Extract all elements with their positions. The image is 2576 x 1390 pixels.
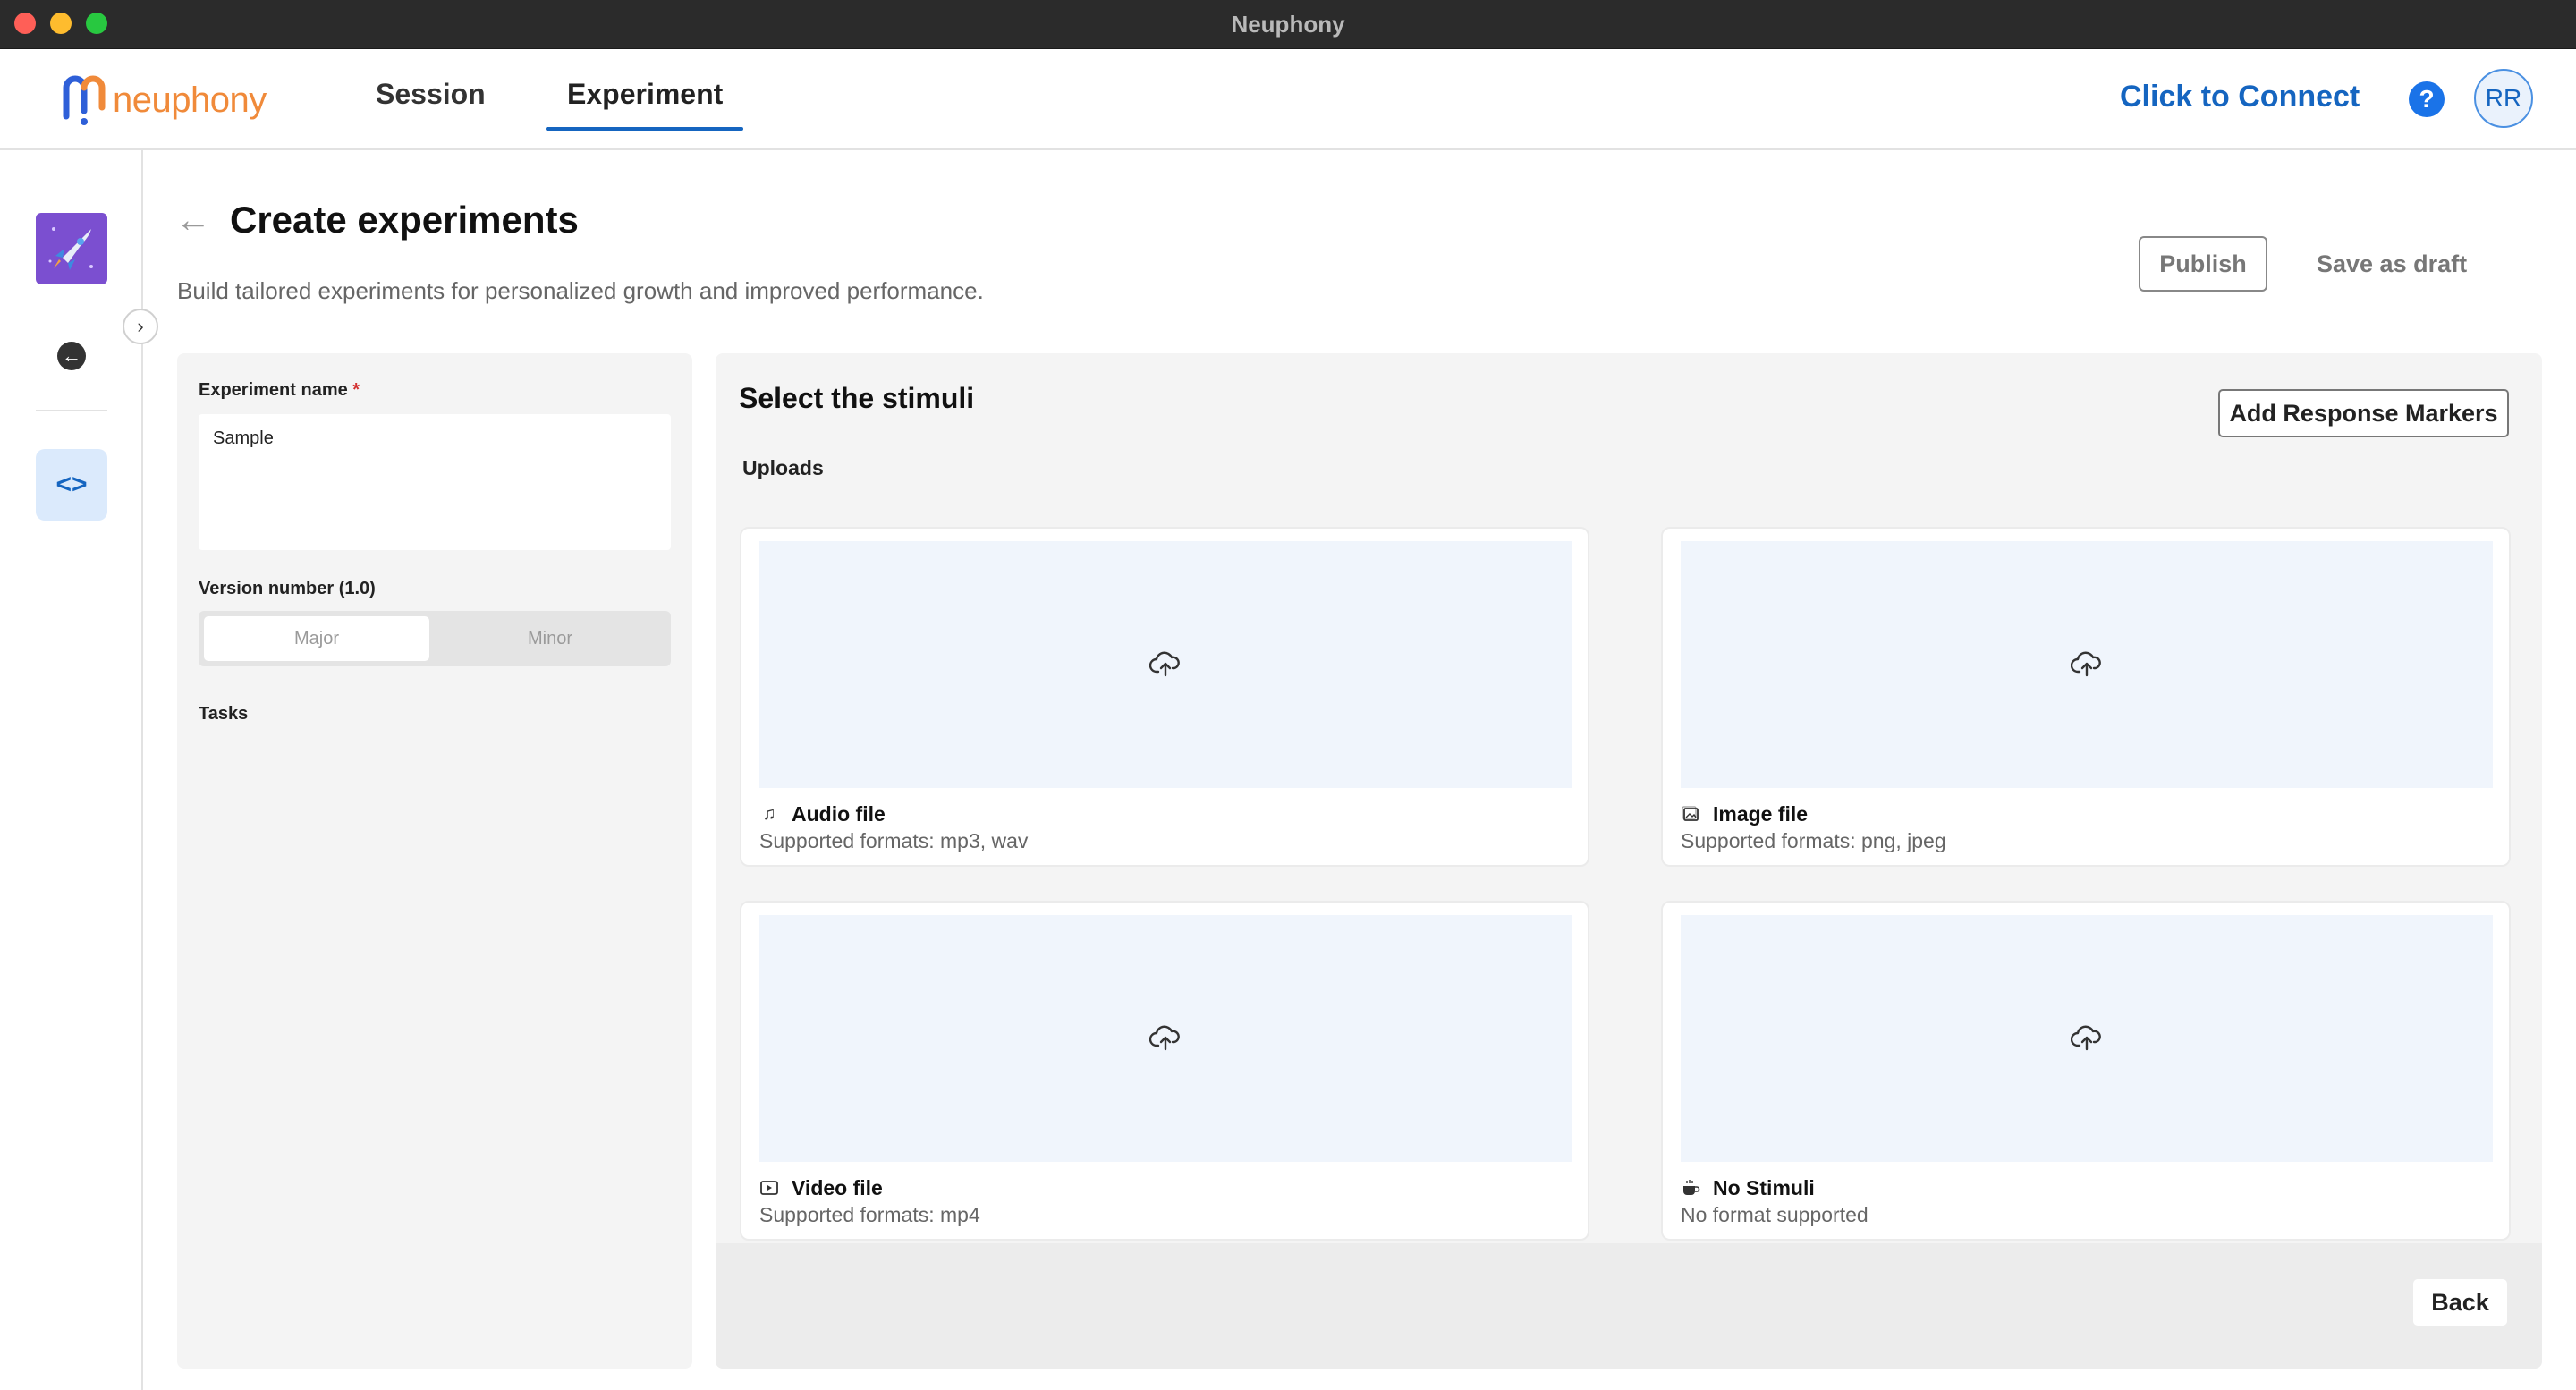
video-card-formats: Supported formats: mp4 (759, 1203, 980, 1226)
connect-link[interactable]: Click to Connect (2120, 80, 2360, 114)
video-upload-card[interactable]: Video file Supported formats: mp4 (740, 901, 1589, 1241)
version-minor-option[interactable]: Minor (435, 616, 665, 661)
experiment-name-label-text: Experiment name (199, 380, 348, 400)
no-stimuli-card-formats: No format supported (1681, 1203, 1868, 1226)
image-icon (1682, 806, 1699, 821)
back-button[interactable]: Back (2413, 1279, 2507, 1326)
window-titlebar: Neuphony (0, 0, 2576, 49)
experiment-name-field[interactable]: Sample (199, 414, 671, 550)
audio-drop-zone[interactable] (759, 541, 1572, 788)
window-title: Neuphony (1231, 11, 1345, 38)
video-drop-zone[interactable] (759, 915, 1572, 1162)
music-note-icon: ♫ (762, 804, 776, 824)
save-draft-button[interactable]: Save as draft (2317, 236, 2467, 292)
expand-rail-chevron-icon[interactable]: › (123, 309, 158, 344)
no-stimuli-drop-zone[interactable] (1681, 915, 2493, 1162)
tab-experiment[interactable]: Experiment (567, 78, 723, 111)
add-response-markers-button[interactable]: Add Response Markers (2218, 389, 2509, 437)
cloud-upload-icon (1149, 651, 1180, 677)
no-stimuli-card[interactable]: No Stimuli No format supported (1661, 901, 2511, 1241)
no-stimuli-card-title: No Stimuli (1713, 1176, 1815, 1199)
experiment-form: Experiment name * Sample Version number … (177, 353, 692, 1369)
stimuli-footer: Back (716, 1243, 2542, 1369)
help-icon[interactable]: ? (2409, 81, 2445, 117)
neuphony-logo-icon (63, 75, 106, 125)
audio-card-title: Audio file (792, 802, 886, 826)
rocket-icon[interactable] (36, 213, 107, 284)
version-segmented-control: Major Minor (199, 611, 671, 666)
cloud-upload-icon (2071, 651, 2101, 677)
avatar[interactable]: RR (2474, 69, 2533, 128)
tab-session[interactable]: Session (376, 78, 486, 111)
version-major-option[interactable]: Major (204, 616, 429, 661)
required-mark: * (352, 380, 360, 400)
audio-upload-card[interactable]: ♫ Audio file Supported formats: mp3, wav (740, 527, 1589, 867)
video-card-title: Video file (792, 1176, 883, 1199)
page-back-arrow-icon[interactable]: ← (175, 202, 211, 238)
app-logo[interactable]: neuphony (59, 72, 267, 129)
video-icon (760, 1181, 778, 1195)
image-card-formats: Supported formats: png, jpeg (1681, 829, 1946, 852)
experiment-name-label: Experiment name * (199, 380, 360, 401)
rocket-glyph (48, 227, 93, 270)
image-drop-zone[interactable] (1681, 541, 2493, 788)
top-nav: neuphony Session Experiment Click to Con… (0, 49, 2576, 150)
active-tab-indicator (546, 127, 743, 131)
stimuli-title: Select the stimuli (739, 382, 975, 414)
logo-text: neuphony (113, 80, 267, 120)
cloud-upload-icon (1149, 1025, 1180, 1051)
left-rail: ← <> (0, 150, 143, 1390)
rail-divider (36, 410, 107, 411)
experiment-name-value: Sample (213, 428, 274, 448)
image-card-title: Image file (1713, 802, 1809, 826)
publish-button[interactable]: Publish (2139, 236, 2267, 292)
audio-card-formats: Supported formats: mp3, wav (759, 829, 1029, 852)
cloud-upload-icon (2071, 1025, 2101, 1051)
back-arrow-icon[interactable]: ← (57, 342, 86, 370)
image-upload-card[interactable]: Image file Supported formats: png, jpeg (1661, 527, 2511, 867)
stimuli-panel: Select the stimuli Add Response Markers … (716, 353, 2542, 1369)
cup-icon (1683, 1180, 1700, 1195)
page-subtitle: Build tailored experiments for personali… (177, 277, 984, 304)
version-label: Version number (1.0) (199, 579, 376, 598)
code-icon[interactable]: <> (36, 449, 107, 521)
uploads-label: Uploads (742, 456, 824, 479)
page-title: Create experiments (230, 199, 579, 241)
tasks-label: Tasks (199, 704, 249, 724)
